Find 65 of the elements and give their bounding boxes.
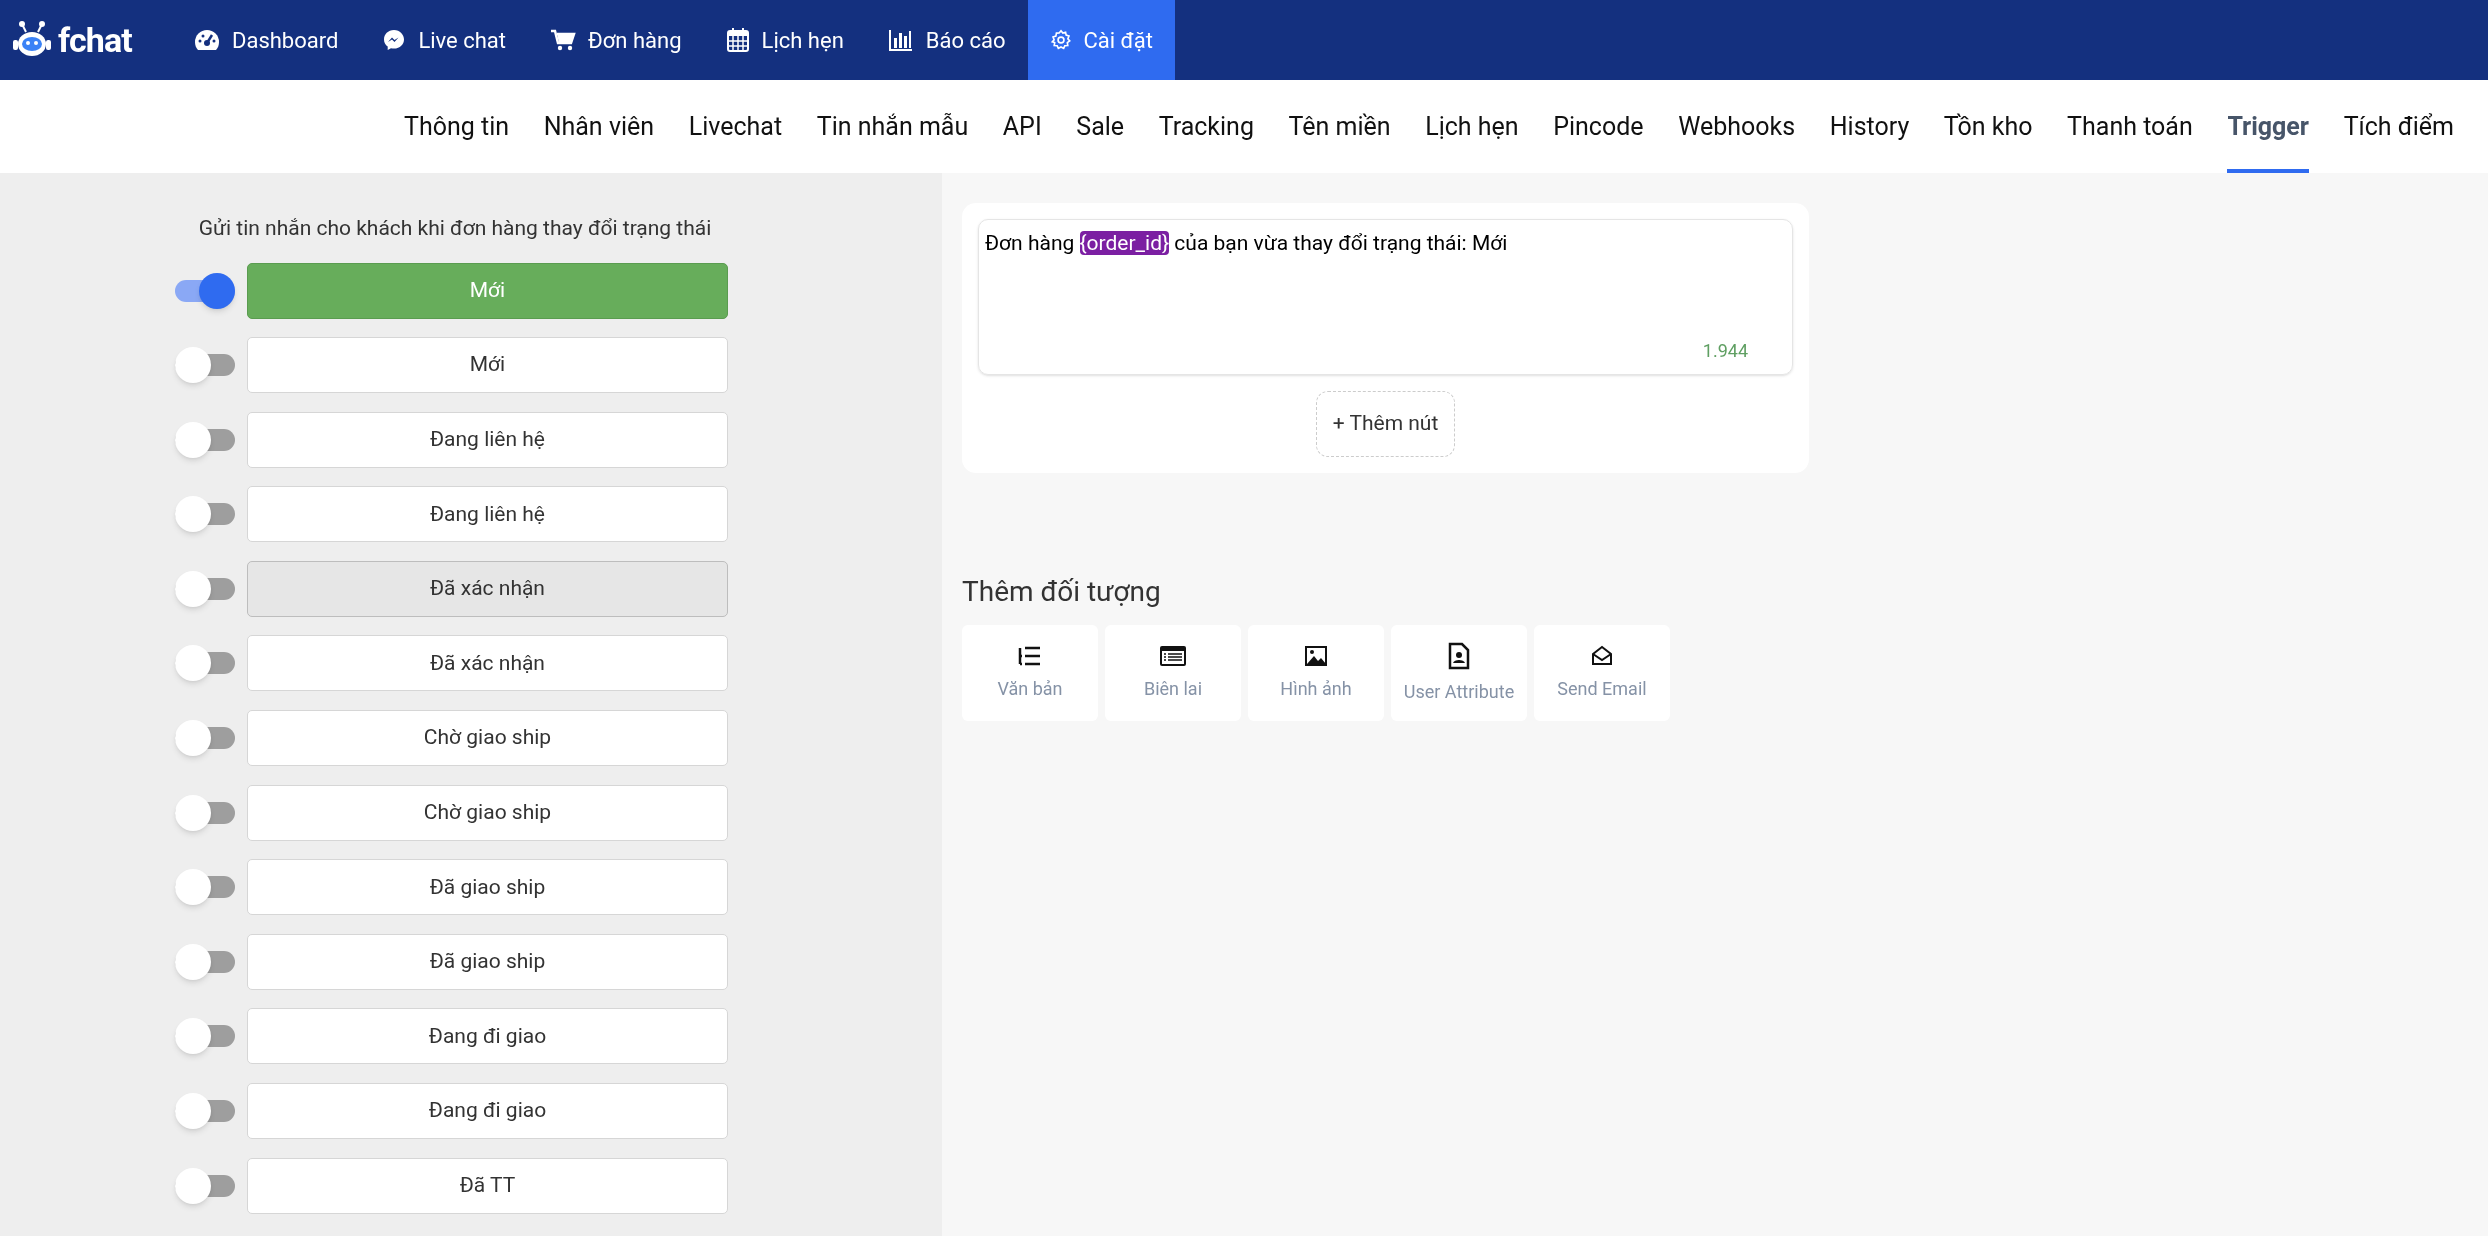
status-button[interactable]: Đã TT: [247, 1157, 728, 1214]
settings-tab[interactable]: API: [1002, 80, 1042, 173]
toggle-switch[interactable]: [175, 1093, 235, 1130]
nav-item[interactable]: Cài đặt: [1027, 0, 1175, 80]
toggle-switch[interactable]: [175, 496, 235, 533]
toggle-switch[interactable]: [175, 421, 235, 458]
status-button[interactable]: Mới: [247, 337, 728, 394]
character-counter: 1.944: [1702, 339, 1748, 363]
text-lines-icon: [1018, 644, 1042, 667]
settings-tab[interactable]: Pincode: [1553, 80, 1644, 173]
status-button[interactable]: Đã giao ship: [247, 933, 728, 990]
settings-tab[interactable]: Trigger: [2227, 80, 2310, 173]
add-button[interactable]: + Thêm nút: [1315, 391, 1456, 457]
receipt-icon: [1159, 644, 1187, 667]
settings-tab[interactable]: Livechat: [688, 80, 783, 173]
chat-bubble-icon: [382, 28, 407, 52]
settings-tab[interactable]: Tích điểm: [2343, 80, 2454, 173]
user-document-icon: [1448, 641, 1470, 670]
toggle-switch[interactable]: [175, 272, 235, 309]
settings-tab[interactable]: Sale: [1076, 80, 1125, 173]
toggle-switch[interactable]: [175, 1018, 235, 1055]
settings-tab[interactable]: Nhân viên: [543, 80, 655, 173]
status-button[interactable]: Đã giao ship: [247, 859, 728, 916]
settings-tab[interactable]: Webhooks: [1678, 80, 1796, 173]
toggle-switch[interactable]: [175, 645, 235, 682]
status-button[interactable]: Đang liên hệ: [247, 486, 728, 543]
envelope-icon: [1590, 644, 1614, 667]
toggle-switch[interactable]: [175, 1167, 235, 1204]
settings-icon: [1049, 29, 1072, 51]
settings-tab[interactable]: Tồn kho: [1943, 80, 2033, 173]
toggle-switch[interactable]: [175, 347, 235, 384]
nav-item[interactable]: Live chat: [360, 0, 529, 80]
toggle-switch[interactable]: [175, 720, 235, 757]
message-text: Đơn hàng {order_id} của bạn vừa thay đổi trạng thái: Mới: [985, 230, 1509, 257]
settings-tab[interactable]: Tin nhắn mẫu: [816, 80, 969, 173]
status-button[interactable]: Chờ giao ship: [247, 710, 728, 767]
settings-tab[interactable]: Lịch hẹn: [1425, 80, 1519, 173]
nav-item[interactable]: Đơn hàng: [528, 0, 704, 80]
toggle-switch[interactable]: [175, 943, 235, 980]
gauge-icon: [194, 28, 220, 52]
cart-icon: [550, 28, 577, 52]
settings-tab[interactable]: History: [1829, 80, 1910, 173]
settings-tab[interactable]: Tracking: [1158, 80, 1254, 173]
section-title: Thêm đối tượng: [962, 574, 1161, 610]
status-button[interactable]: Đang đi giao: [247, 1083, 728, 1140]
bar-chart-icon: [887, 28, 914, 52]
toggle-switch[interactable]: [175, 570, 235, 607]
settings-tab[interactable]: Tên miền: [1288, 80, 1391, 173]
status-button[interactable]: Đang đi giao: [247, 1008, 728, 1065]
toggle-switch[interactable]: [175, 869, 235, 906]
status-button[interactable]: Đã xác nhận: [247, 560, 728, 617]
status-button[interactable]: Chờ giao ship: [247, 784, 728, 841]
logo-text: fchat: [58, 18, 132, 62]
status-button[interactable]: Đang liên hệ: [247, 411, 728, 468]
calendar-icon: [725, 27, 750, 53]
toggle-switch[interactable]: [175, 794, 235, 831]
message-field[interactable]: Đơn hàng {order_id} của bạn vừa thay đổi trạng thái: Mới 1.944: [978, 219, 1793, 375]
nav-item[interactable]: Lịch hẹn: [703, 0, 866, 80]
settings-tab[interactable]: Thanh toán: [2067, 80, 2193, 173]
nav-item[interactable]: Báo cáo: [865, 0, 1028, 80]
section-heading: Gửi tin nhắn cho khách khi đơn hàng thay đổi trạng thái: [198, 215, 712, 242]
image-icon: [1304, 644, 1328, 667]
settings-tab[interactable]: Thông tin: [404, 80, 510, 173]
status-button[interactable]: Đã xác nhận: [247, 635, 728, 692]
nav-item[interactable]: Dashboard: [172, 0, 361, 80]
